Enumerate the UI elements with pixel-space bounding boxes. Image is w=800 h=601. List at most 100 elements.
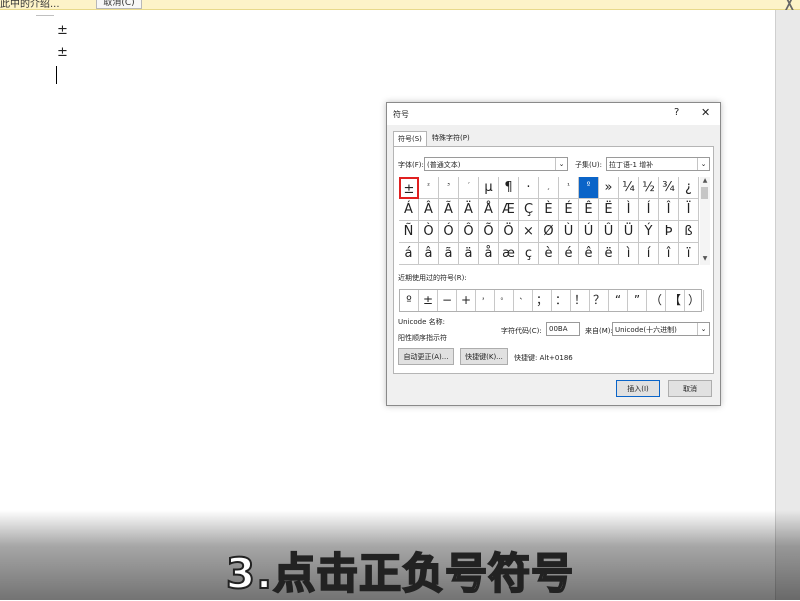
symbol-cell[interactable]: Ê (579, 199, 599, 221)
autocorrect-button[interactable]: 自动更正(A)... (398, 348, 454, 365)
symbol-cell[interactable]: È (539, 199, 559, 221)
recent-symbol-cell[interactable]: ？ (590, 290, 609, 311)
symbol-cell[interactable]: » (599, 177, 619, 199)
symbol-cell[interactable]: ² (419, 177, 439, 199)
symbol-cell[interactable]: Å (479, 199, 499, 221)
symbol-cell[interactable]: Í (639, 199, 659, 221)
recent-symbol-cell[interactable]: 【 (666, 290, 685, 311)
notification-text: 此中的介绍... (0, 0, 60, 10)
symbol-cell[interactable]: · (519, 177, 539, 199)
symbol-cell[interactable]: ´ (459, 177, 479, 199)
symbol-cell[interactable]: Ã (439, 199, 459, 221)
symbol-cell[interactable]: Ë (599, 199, 619, 221)
symbol-grid-scrollbar[interactable]: ▲ ▼ (700, 177, 710, 265)
symbol-cell[interactable]: Ä (459, 199, 479, 221)
shortcut-key-button[interactable]: 快捷键(K)... (460, 348, 508, 365)
notification-cancel-button[interactable]: 取消(C) (96, 0, 142, 9)
symbol-cell[interactable]: Ü (619, 221, 639, 243)
symbol-cell[interactable]: ¼ (619, 177, 639, 199)
symbol-cell[interactable]: í (639, 243, 659, 265)
recent-symbol-cell[interactable]: ， (476, 290, 495, 311)
symbol-cell[interactable]: É (559, 199, 579, 221)
symbol-cell[interactable]: Þ (659, 221, 679, 243)
symbol-cell[interactable]: ã (439, 243, 459, 265)
chevron-down-icon[interactable]: ⌄ (697, 323, 709, 335)
symbol-cell[interactable]: Ø (539, 221, 559, 243)
recent-symbol-cell[interactable]: ！ (571, 290, 590, 311)
symbol-cell[interactable]: ¸ (539, 177, 559, 199)
symbol-cell[interactable]: Ç (519, 199, 539, 221)
symbol-cell[interactable]: å (479, 243, 499, 265)
char-code-input[interactable]: 00BA (546, 322, 580, 336)
symbol-cell[interactable]: ê (579, 243, 599, 265)
tab-symbols[interactable]: 符号(S) (393, 131, 427, 147)
symbol-cell[interactable]: Æ (499, 199, 519, 221)
symbol-cell[interactable]: é (559, 243, 579, 265)
symbol-cell[interactable]: ± (399, 177, 419, 199)
symbol-cell[interactable]: ì (619, 243, 639, 265)
symbol-cell[interactable]: ¿ (679, 177, 699, 199)
symbol-cell[interactable]: ³ (439, 177, 459, 199)
chevron-down-icon[interactable]: ⌄ (697, 158, 709, 170)
symbol-cell[interactable]: ¾ (659, 177, 679, 199)
symbol-cell[interactable]: µ (479, 177, 499, 199)
notification-bar: 此中的介绍... 取消(C) (0, 0, 800, 10)
recent-symbol-cell[interactable]: 。 (495, 290, 514, 311)
recent-symbol-cell[interactable]: º (400, 290, 419, 311)
symbol-cell[interactable]: ä (459, 243, 479, 265)
symbol-cell[interactable]: Ý (639, 221, 659, 243)
symbol-cell[interactable]: Ö (499, 221, 519, 243)
dialog-close-icon[interactable]: ✕ (701, 106, 710, 119)
recent-symbol-cell[interactable]: 、 (514, 290, 533, 311)
recent-symbol-cell[interactable]: − (438, 290, 457, 311)
symbol-cell[interactable]: è (539, 243, 559, 265)
symbol-cell[interactable]: Ó (439, 221, 459, 243)
symbol-cell[interactable]: Ï (679, 199, 699, 221)
recent-symbol-cell[interactable]: （ (647, 290, 666, 311)
symbol-cell[interactable]: ¹ (559, 177, 579, 199)
insert-button[interactable]: 插入(I) (616, 380, 660, 397)
recent-symbol-cell[interactable]: ： (552, 290, 571, 311)
symbol-cell[interactable]: Á (399, 199, 419, 221)
symbol-cell[interactable]: â (419, 243, 439, 265)
symbol-cell[interactable]: Ñ (399, 221, 419, 243)
symbol-cell[interactable]: î (659, 243, 679, 265)
symbol-cell[interactable]: Ì (619, 199, 639, 221)
symbol-cell[interactable]: Î (659, 199, 679, 221)
symbols-panel: 字体(F): (普通文本) ⌄ 子集(U): 拉丁语-1 增补 ⌄ ± ² ³ ´ µ ¶… (393, 146, 714, 374)
subset-select[interactable]: 拉丁语-1 增补 ⌄ (606, 157, 710, 171)
symbol-cell[interactable]: Ù (559, 221, 579, 243)
font-select[interactable]: (普通文本) ⌄ (424, 157, 568, 171)
help-icon[interactable]: ? (674, 107, 679, 118)
symbol-cell[interactable]: º (579, 177, 599, 199)
symbol-cell[interactable]: Û (599, 221, 619, 243)
symbol-cell[interactable]: ½ (639, 177, 659, 199)
chevron-down-icon[interactable]: ⌄ (555, 158, 567, 170)
symbol-cell[interactable]: ç (519, 243, 539, 265)
symbol-cell[interactable]: ß (679, 221, 699, 243)
recent-symbol-cell[interactable]: ； (533, 290, 552, 311)
symbol-cell[interactable]: Ú (579, 221, 599, 243)
scrollbar-thumb[interactable] (701, 187, 708, 199)
chevron-down-icon[interactable]: ▼ (700, 255, 710, 262)
recent-symbol-cell[interactable]: “ (609, 290, 628, 311)
symbol-cell[interactable]: × (519, 221, 539, 243)
tab-special-characters[interactable]: 特殊字符(P) (428, 131, 474, 145)
chevron-up-icon[interactable]: ▲ (700, 177, 710, 184)
symbol-cell[interactable]: ¶ (499, 177, 519, 199)
recent-symbol-cell[interactable]: ± (419, 290, 438, 311)
recent-symbol-cell[interactable]: ） (685, 290, 704, 311)
cancel-button[interactable]: 取消 (668, 380, 712, 397)
recent-symbol-cell[interactable]: ” (628, 290, 647, 311)
recent-symbol-cell[interactable]: + (457, 290, 476, 311)
symbol-cell[interactable]: Ô (459, 221, 479, 243)
symbol-cell[interactable]: æ (499, 243, 519, 265)
symbol-cell[interactable]: Ò (419, 221, 439, 243)
from-select[interactable]: Unicode(十六进制) ⌄ (612, 322, 710, 336)
symbol-cell[interactable]: ë (599, 243, 619, 265)
from-label: 来自(M): (585, 327, 613, 335)
symbol-cell[interactable]: ï (679, 243, 699, 265)
symbol-cell[interactable]: Õ (479, 221, 499, 243)
symbol-cell[interactable]: Â (419, 199, 439, 221)
symbol-cell[interactable]: á (399, 243, 419, 265)
